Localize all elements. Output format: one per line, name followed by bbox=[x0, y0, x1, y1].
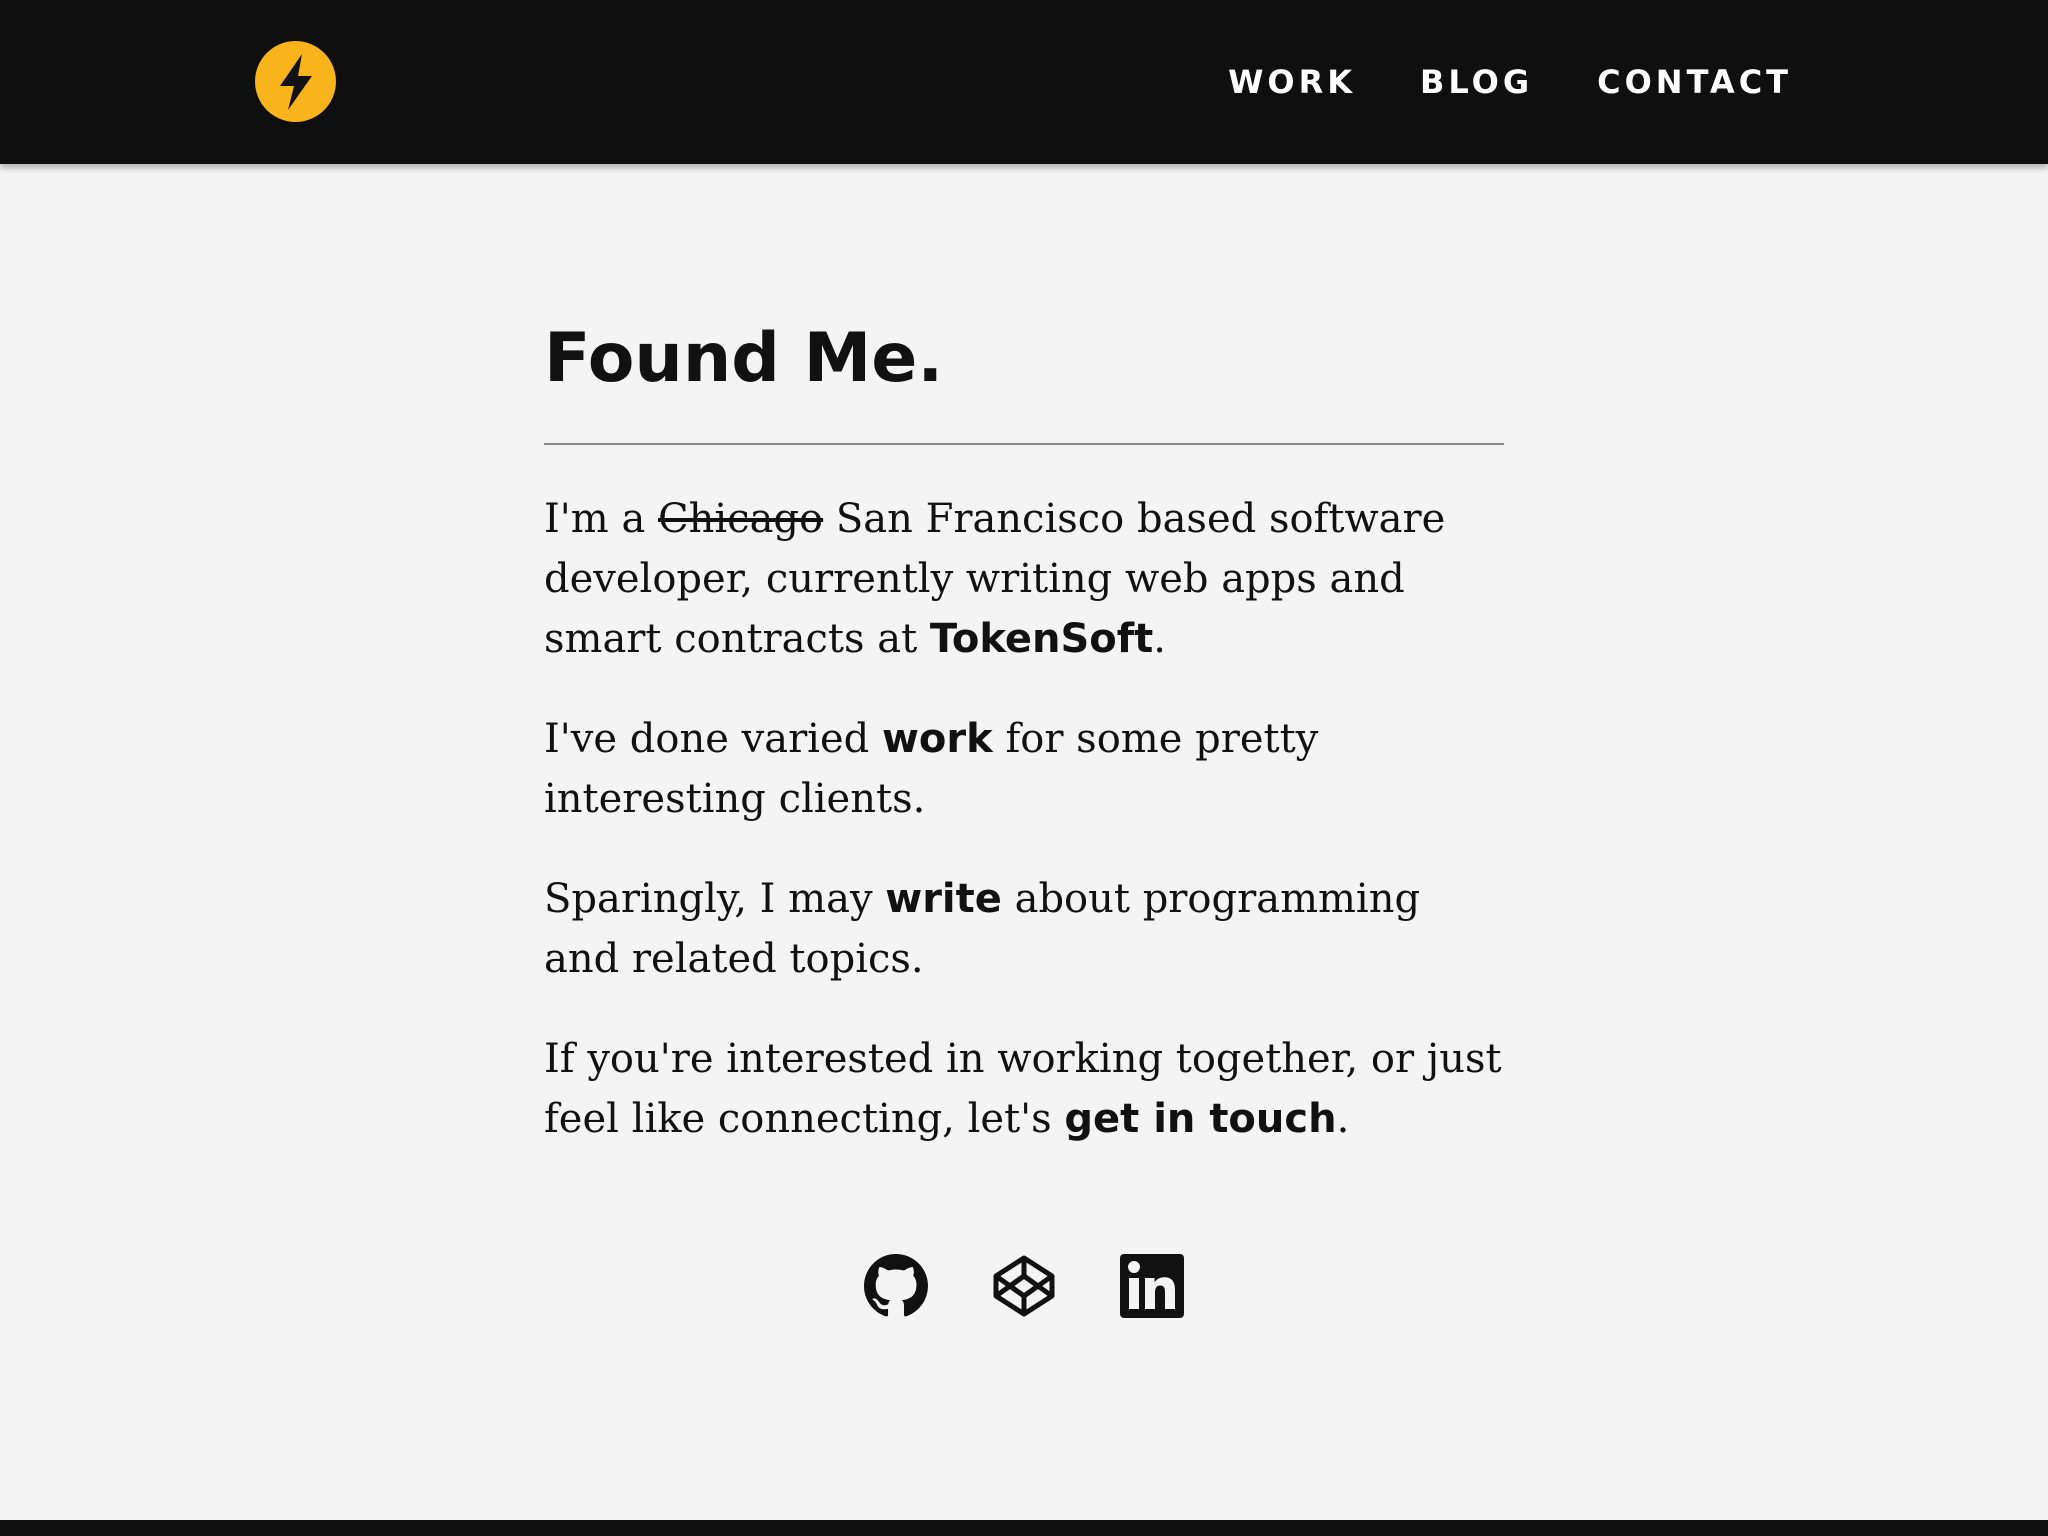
main-nav: WORK BLOG CONTACT bbox=[1228, 0, 1792, 164]
nav-blog-link[interactable]: BLOG bbox=[1420, 66, 1533, 98]
intro-text: I'm a Chicago San Francisco based softwa… bbox=[544, 489, 1504, 1149]
p1-text-end: . bbox=[1153, 615, 1166, 662]
nav-contact-link[interactable]: CONTACT bbox=[1597, 66, 1792, 98]
p3-text-before: Sparingly, I may bbox=[544, 875, 886, 922]
lightning-bolt-icon bbox=[279, 53, 312, 110]
write-link[interactable]: write bbox=[885, 876, 1002, 922]
footer-bar bbox=[0, 1520, 2048, 1536]
home-logo-button[interactable] bbox=[255, 41, 336, 122]
page-title: Found Me. bbox=[544, 319, 944, 398]
p2-text-before: I've done varied bbox=[544, 715, 882, 762]
linkedin-icon bbox=[1120, 1254, 1184, 1318]
codepen-icon bbox=[993, 1255, 1055, 1317]
tokensoft-link[interactable]: TokenSoft bbox=[930, 616, 1153, 662]
work-link[interactable]: work bbox=[882, 716, 993, 762]
p1-text-before: I'm a bbox=[544, 495, 659, 542]
intro-paragraph-write: Sparingly, I may write about programming… bbox=[544, 869, 1504, 989]
linkedin-link[interactable] bbox=[1120, 1254, 1184, 1318]
intro-paragraph-location: I'm a Chicago San Francisco based softwa… bbox=[544, 489, 1504, 669]
github-icon bbox=[864, 1254, 928, 1317]
p4-text-before: If you're interested in working together… bbox=[544, 1035, 1502, 1142]
codepen-link[interactable] bbox=[992, 1254, 1056, 1318]
intro-paragraph-work: I've done varied work for some pretty in… bbox=[544, 709, 1504, 829]
github-link[interactable] bbox=[864, 1254, 928, 1318]
get-in-touch-link[interactable]: get in touch bbox=[1064, 1096, 1336, 1142]
site-header: WORK BLOG CONTACT bbox=[0, 0, 2048, 164]
nav-work-link[interactable]: WORK bbox=[1228, 66, 1356, 98]
intro-paragraph-contact: If you're interested in working together… bbox=[544, 1029, 1504, 1149]
p4-text-end: . bbox=[1336, 1095, 1350, 1142]
struck-city: Chicago bbox=[658, 495, 824, 542]
social-links bbox=[0, 1254, 2048, 1318]
title-divider bbox=[544, 442, 1504, 445]
main-content: Found Me. I'm a Chicago San Francisco ba… bbox=[544, 319, 1504, 1189]
